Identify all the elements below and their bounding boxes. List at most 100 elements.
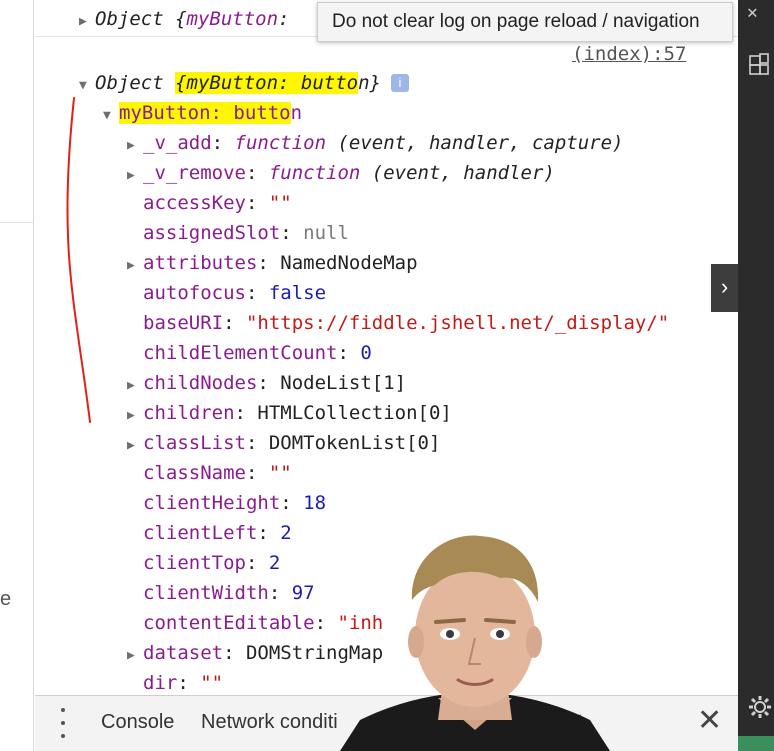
property-colon: : (245, 162, 269, 184)
close-icon[interactable]: ✕ (747, 2, 758, 23)
property-row-clientheight: clientHeight: 18 (127, 488, 326, 518)
property-key: baseURI (143, 312, 224, 334)
property-row-clienttop: clientTop: 2 (127, 548, 280, 578)
property-key: children (143, 402, 235, 424)
property-row-accesskey: accessKey: "" (127, 188, 292, 218)
property-key: childNodes (143, 372, 258, 394)
property-key: clientWidth (143, 582, 269, 604)
property-value: HTMLCollection[0] (257, 402, 452, 424)
property-key: clientTop (143, 552, 246, 574)
expand-arrow-icon[interactable]: ▶ (127, 131, 143, 161)
expand-arrow-icon[interactable]: ▶ (79, 7, 95, 37)
property-colon: : (257, 522, 281, 544)
property-colon: : (257, 372, 281, 394)
clipped-sidebar-text: e (0, 588, 12, 610)
property-key: clientLeft (143, 522, 258, 544)
property-value: (event, handler) (360, 162, 555, 184)
property-row-classname: className: "" (127, 458, 292, 488)
expand-panel-button[interactable]: › (711, 264, 738, 312)
property-row-assignedslot: assignedSlot: null (127, 218, 349, 248)
info-icon[interactable]: i (391, 74, 409, 92)
log-entry-object-expanded[interactable]: ▼ Object {myButton: button} i (79, 68, 409, 98)
collapse-arrow-icon[interactable]: ▼ (103, 101, 119, 131)
property-key: _v_add (143, 132, 212, 154)
property-value: DOMTokenList[0] (268, 432, 441, 454)
function-keyword: function (268, 162, 361, 184)
property-colon: : (245, 462, 269, 484)
left-panel-edge: e (0, 0, 34, 751)
status-indicator (738, 736, 774, 751)
property-value: NodeList[1] (280, 372, 407, 394)
expand-arrow-icon[interactable]: ▶ (127, 161, 143, 191)
property-row-childnodes[interactable]: ▶ childNodes: NodeList[1] (127, 368, 406, 398)
layout-panel-icon[interactable] (748, 52, 770, 76)
property-colon: : (257, 252, 281, 274)
property-row-children[interactable]: ▶ children: HTMLCollection[0] (127, 398, 452, 428)
expand-arrow-icon[interactable]: ▶ (127, 641, 143, 671)
property-value: 2 (268, 552, 281, 574)
function-keyword: function (234, 132, 327, 154)
property-key: className (143, 462, 246, 484)
property-value: "" (268, 462, 292, 484)
preserve-log-tooltip: Do not clear log on page reload / naviga… (317, 2, 733, 42)
highlighted-text: {myButton: butto (175, 72, 359, 94)
property-key: clientHeight (143, 492, 281, 514)
property-key: contentEditable (143, 612, 315, 634)
log-entry-object-collapsed[interactable]: ▶ Object {myButton: (79, 4, 289, 34)
presenter-webcam-overlay (340, 535, 610, 751)
property-colon: : (177, 672, 201, 694)
property-row-classlist[interactable]: ▶ classList: DOMTokenList[0] (127, 428, 440, 458)
property-value: "" (200, 672, 224, 694)
property-key: classList (143, 432, 246, 454)
property-value: 97 (291, 582, 315, 604)
property-row-vremove[interactable]: ▶ _v_remove: function (event, handler) (127, 158, 555, 188)
property-key: childElementCount (143, 342, 338, 364)
close-drawer-icon[interactable]: ✕ (697, 703, 722, 739)
property-row-autofocus: autofocus: false (127, 278, 326, 308)
property-colon: : (280, 222, 304, 244)
expand-arrow-icon[interactable]: ▶ (127, 251, 143, 281)
property-key: _v_remove (143, 162, 246, 184)
property-colon: : (223, 642, 246, 664)
expand-arrow-icon[interactable]: ▶ (127, 431, 143, 461)
red-pen-annotation (66, 97, 91, 423)
property-value: false (268, 282, 327, 304)
gear-icon[interactable] (748, 695, 772, 719)
property-colon: : (337, 342, 361, 364)
property-key: dir (143, 672, 178, 694)
property-row-clientwidth: clientWidth: 97 (127, 578, 315, 608)
property-key: dataset (143, 642, 224, 664)
property-key: attributes (143, 252, 258, 274)
property-row-dir: dir: "" (127, 668, 223, 695)
property-value: 0 (360, 342, 372, 364)
expand-arrow-icon[interactable]: ▶ (127, 371, 143, 401)
property-colon: : (245, 432, 269, 454)
property-value: null (303, 222, 349, 244)
right-side-panel: ✕ (738, 0, 774, 751)
property-colon: : (268, 582, 292, 604)
property-row-attributes[interactable]: ▶ attributes: NamedNodeMap (127, 248, 418, 278)
property-row-childelementcount: childElementCount: 0 (127, 338, 372, 368)
property-key: assignedSlot (143, 222, 281, 244)
tree-root-mybutton[interactable]: ▼ myButton: button (103, 98, 302, 128)
panel-divider (0, 222, 34, 223)
expand-arrow-icon[interactable]: ▶ (127, 401, 143, 431)
property-colon: : (234, 402, 258, 424)
property-row-baseuri: baseURI: "https://fiddle.jshell.net/_dis… (127, 308, 669, 338)
property-colon: : (245, 192, 269, 214)
kebab-menu-icon[interactable] (59, 708, 67, 738)
highlighted-text: myButton: butto (119, 102, 291, 124)
property-value: "https://fiddle.jshell.net/_display/" (245, 312, 670, 334)
property-colon: : (211, 132, 235, 154)
property-row-vadd[interactable]: ▶ _v_add: function (event, handler, captu… (127, 128, 623, 158)
source-link[interactable]: (index):57 (572, 43, 686, 65)
property-colon: : (223, 312, 246, 334)
property-value: 2 (280, 522, 292, 544)
property-row-clientleft: clientLeft: 2 (127, 518, 292, 548)
tab-network-conditions[interactable]: Network conditi (201, 711, 338, 734)
property-colon: : (245, 282, 269, 304)
property-key: accessKey (143, 192, 246, 214)
property-key: autofocus (143, 282, 246, 304)
property-colon: : (314, 612, 338, 634)
tab-console[interactable]: Console (101, 711, 174, 734)
